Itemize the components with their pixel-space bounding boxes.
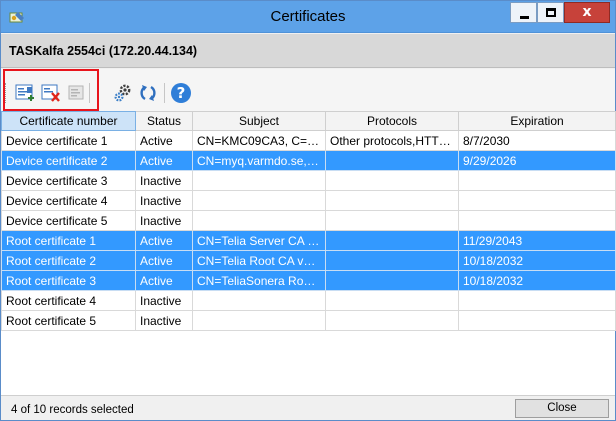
- column-header-subject[interactable]: Subject: [192, 111, 326, 131]
- cell-expiration[interactable]: [458, 170, 616, 191]
- cell-subject[interactable]: CN=KMC09CA3, C=GB: [192, 130, 326, 151]
- cell-certificate-number[interactable]: Root certificate 5: [1, 310, 136, 331]
- cell-subject[interactable]: [192, 210, 326, 231]
- cell-subject[interactable]: [192, 310, 326, 331]
- cell-subject[interactable]: CN=Telia Root CA v2, ...: [192, 250, 326, 271]
- cell-expiration[interactable]: 10/18/2032: [458, 270, 616, 291]
- cell-status[interactable]: Active: [135, 270, 193, 291]
- cell-certificate-number[interactable]: Root certificate 2: [1, 250, 136, 271]
- cell-status[interactable]: Active: [135, 250, 193, 271]
- table-row[interactable]: Device certificate 5 Inactive: [1, 210, 616, 231]
- table-row[interactable]: Root certificate 4 Inactive: [1, 290, 616, 311]
- cell-subject[interactable]: [192, 190, 326, 211]
- table-row[interactable]: Device certificate 2 Active CN=myq.varmdo.…: [1, 150, 616, 171]
- cell-certificate-number[interactable]: Root certificate 4: [1, 290, 136, 311]
- device-header: TASKalfa 2554ci (172.20.44.134): [1, 34, 615, 68]
- cell-certificate-number[interactable]: Root certificate 3: [1, 270, 136, 291]
- cell-protocols[interactable]: [325, 210, 459, 231]
- certificates-window: Certificates x TASKalfa 2554ci (172.20.4…: [0, 0, 616, 421]
- status-bar: 4 of 10 records selected Close: [1, 395, 615, 420]
- cell-certificate-number[interactable]: Device certificate 4: [1, 190, 136, 211]
- cell-protocols[interactable]: [325, 150, 459, 171]
- toolbar: ?: [1, 69, 615, 111]
- cell-expiration[interactable]: 11/29/2043: [458, 230, 616, 251]
- title-bar[interactable]: Certificates x: [1, 1, 615, 33]
- cell-expiration[interactable]: [458, 190, 616, 211]
- cell-protocols[interactable]: [325, 170, 459, 191]
- cell-certificate-number[interactable]: Root certificate 1: [1, 230, 136, 251]
- certificates-grid: Certificate number Status Subject Protoc…: [1, 111, 616, 395]
- cell-status[interactable]: Inactive: [135, 290, 193, 311]
- maximize-icon: [546, 8, 556, 17]
- cell-subject[interactable]: [192, 290, 326, 311]
- cell-subject[interactable]: CN=myq.varmdo.se, O=...: [192, 150, 326, 171]
- column-header-protocols[interactable]: Protocols: [325, 111, 459, 131]
- maximize-button[interactable]: [537, 2, 564, 23]
- cell-expiration[interactable]: [458, 310, 616, 331]
- cell-certificate-number[interactable]: Device certificate 1: [1, 130, 136, 151]
- table-row[interactable]: Root certificate 2 Active CN=Telia Root CA…: [1, 250, 616, 271]
- device-name: TASKalfa 2554ci (172.20.44.134): [9, 44, 198, 58]
- cell-subject[interactable]: CN=Telia Server CA v3,...: [192, 230, 326, 251]
- cell-protocols[interactable]: [325, 230, 459, 251]
- annotation-highlight-box: [3, 69, 99, 111]
- table-header-row: Certificate number Status Subject Protoc…: [1, 111, 616, 131]
- help-icon[interactable]: ?: [171, 83, 191, 103]
- cell-expiration[interactable]: 9/29/2026: [458, 150, 616, 171]
- close-icon: x: [582, 4, 592, 20]
- minimize-button[interactable]: [510, 2, 537, 23]
- cell-expiration[interactable]: 8/7/2030: [458, 130, 616, 151]
- cell-expiration[interactable]: 10/18/2032: [458, 250, 616, 271]
- column-header-certificate-number[interactable]: Certificate number: [1, 111, 136, 131]
- table-row[interactable]: Device certificate 3 Inactive: [1, 170, 616, 191]
- cell-certificate-number[interactable]: Device certificate 2: [1, 150, 136, 171]
- records-selected-text: 4 of 10 records selected: [11, 404, 134, 416]
- cell-protocols[interactable]: [325, 270, 459, 291]
- table-row[interactable]: Device certificate 1 Active CN=KMC09CA3, C…: [1, 130, 616, 151]
- table-row[interactable]: Root certificate 3 Active CN=TeliaSonera R…: [1, 270, 616, 291]
- toolbar-separator: [164, 83, 165, 103]
- cell-protocols[interactable]: [325, 290, 459, 311]
- cell-expiration[interactable]: [458, 290, 616, 311]
- cell-status[interactable]: Inactive: [135, 210, 193, 231]
- refresh-icon[interactable]: [138, 83, 158, 103]
- cell-protocols[interactable]: [325, 190, 459, 211]
- cell-certificate-number[interactable]: Device certificate 3: [1, 170, 136, 191]
- close-button[interactable]: Close: [515, 399, 609, 418]
- table-body: Device certificate 1 Active CN=KMC09CA3, C…: [1, 130, 616, 331]
- settings-icon[interactable]: [113, 83, 133, 103]
- cell-status[interactable]: Active: [135, 230, 193, 251]
- cell-status[interactable]: Inactive: [135, 170, 193, 191]
- minimize-icon: [520, 16, 529, 19]
- cell-status[interactable]: Active: [135, 130, 193, 151]
- cell-subject[interactable]: CN=TeliaSonera Root ...: [192, 270, 326, 291]
- cell-certificate-number[interactable]: Device certificate 5: [1, 210, 136, 231]
- column-header-expiration[interactable]: Expiration: [458, 111, 616, 131]
- cell-protocols[interactable]: Other protocols,HTTPS...: [325, 130, 459, 151]
- certificates-table: Certificate number Status Subject Protoc…: [1, 111, 616, 331]
- table-row[interactable]: Device certificate 4 Inactive: [1, 190, 616, 211]
- table-row[interactable]: Root certificate 1 Active CN=Telia Server …: [1, 230, 616, 251]
- cell-subject[interactable]: [192, 170, 326, 191]
- cell-expiration[interactable]: [458, 210, 616, 231]
- table-row[interactable]: Root certificate 5 Inactive: [1, 310, 616, 331]
- cell-status[interactable]: Inactive: [135, 310, 193, 331]
- close-window-button[interactable]: x: [564, 2, 610, 23]
- column-header-status[interactable]: Status: [135, 111, 193, 131]
- cell-protocols[interactable]: [325, 250, 459, 271]
- cell-protocols[interactable]: [325, 310, 459, 331]
- cell-status[interactable]: Inactive: [135, 190, 193, 211]
- cell-status[interactable]: Active: [135, 150, 193, 171]
